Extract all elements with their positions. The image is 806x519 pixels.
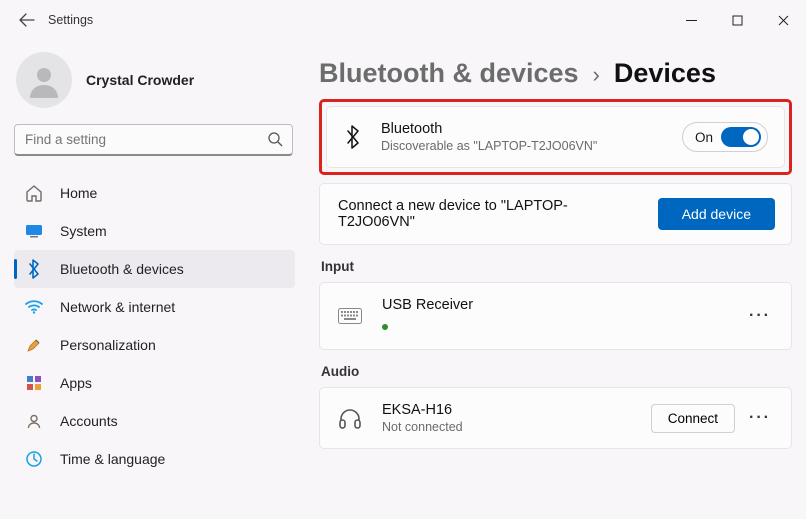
close-icon: [778, 15, 789, 26]
status-dot-connected: [382, 324, 388, 330]
nav-system[interactable]: System: [14, 212, 295, 250]
bluetooth-icon: [24, 259, 44, 279]
titlebar: Settings: [0, 0, 806, 40]
nav-label: Home: [60, 185, 97, 201]
section-audio: Audio: [321, 364, 792, 379]
device-name: USB Receiver: [382, 297, 473, 313]
add-device-card: Connect a new device to "LAPTOP-T2JO06VN…: [319, 183, 792, 245]
window-title: Settings: [48, 13, 93, 27]
toggle-switch-on: [721, 127, 761, 147]
chevron-right-icon: ›: [593, 62, 600, 88]
nav-network[interactable]: Network & internet: [14, 288, 295, 326]
nav-label: Accounts: [60, 413, 118, 429]
nav-time-language[interactable]: Time & language: [14, 440, 295, 478]
maximize-icon: [732, 15, 743, 26]
clock-globe-icon: [24, 449, 44, 469]
avatar: [16, 52, 72, 108]
bluetooth-card-highlight: Bluetooth Discoverable as "LAPTOP-T2JO06…: [319, 99, 792, 175]
nav-bluetooth-devices[interactable]: Bluetooth & devices: [14, 250, 295, 288]
bluetooth-text: Bluetooth Discoverable as "LAPTOP-T2JO06…: [381, 121, 597, 153]
nav-personalization[interactable]: Personalization: [14, 326, 295, 364]
user-name: Crystal Crowder: [86, 72, 194, 88]
accounts-icon: [24, 411, 44, 431]
breadcrumb-parent[interactable]: Bluetooth & devices: [319, 58, 579, 89]
search-box[interactable]: [14, 124, 293, 156]
bluetooth-icon: [345, 125, 361, 149]
input-device-card[interactable]: USB Receiver ···: [319, 282, 792, 350]
close-button[interactable]: [760, 0, 806, 40]
main-pane: Bluetooth & devices › Devices Bluetooth …: [305, 40, 806, 519]
bluetooth-subtitle: Discoverable as "LAPTOP-T2JO06VN": [381, 139, 597, 153]
search-icon: [267, 131, 283, 147]
nav-label: Network & internet: [60, 299, 175, 315]
minimize-button[interactable]: [668, 0, 714, 40]
nav-label: Time & language: [60, 451, 165, 467]
device-text: EKSA-H16 Not connected: [382, 402, 463, 434]
search-input[interactable]: [14, 124, 293, 156]
device-name: EKSA-H16: [382, 402, 463, 418]
minimize-icon: [686, 15, 697, 26]
section-input: Input: [321, 259, 792, 274]
apps-icon: [24, 373, 44, 393]
system-icon: [24, 221, 44, 241]
connect-button[interactable]: Connect: [651, 404, 735, 433]
more-button[interactable]: ···: [745, 409, 775, 427]
audio-device-card[interactable]: EKSA-H16 Not connected Connect ···: [319, 387, 792, 449]
sidebar: Crystal Crowder Home System Bluetooth & …: [0, 40, 305, 519]
window-controls: [668, 0, 806, 40]
nav-label: Personalization: [60, 337, 156, 353]
wifi-icon: [24, 297, 44, 317]
breadcrumb: Bluetooth & devices › Devices: [319, 58, 792, 89]
nav-accounts[interactable]: Accounts: [14, 402, 295, 440]
back-button[interactable]: [8, 0, 46, 40]
breadcrumb-current: Devices: [614, 58, 716, 89]
paintbrush-icon: [24, 335, 44, 355]
profile[interactable]: Crystal Crowder: [14, 44, 295, 116]
add-device-button[interactable]: Add device: [658, 198, 775, 230]
home-icon: [24, 183, 44, 203]
nav-label: Apps: [60, 375, 92, 391]
device-status: Not connected: [382, 420, 463, 434]
add-device-text: Connect a new device to "LAPTOP-T2JO06VN…: [338, 198, 568, 230]
nav-label: System: [60, 223, 107, 239]
bluetooth-card: Bluetooth Discoverable as "LAPTOP-T2JO06…: [326, 106, 785, 168]
headphones-icon: [338, 407, 362, 429]
nav-apps[interactable]: Apps: [14, 364, 295, 402]
keyboard-icon: [338, 308, 362, 324]
arrow-left-icon: [19, 12, 35, 28]
toggle-label: On: [695, 130, 713, 145]
device-text: USB Receiver: [382, 297, 473, 335]
nav-label: Bluetooth & devices: [60, 261, 184, 277]
maximize-button[interactable]: [714, 0, 760, 40]
bluetooth-toggle[interactable]: On: [682, 122, 768, 152]
nav-list: Home System Bluetooth & devices Network …: [14, 174, 295, 478]
more-button[interactable]: ···: [745, 307, 775, 325]
person-icon: [26, 62, 62, 98]
bluetooth-title: Bluetooth: [381, 121, 597, 137]
nav-home[interactable]: Home: [14, 174, 295, 212]
